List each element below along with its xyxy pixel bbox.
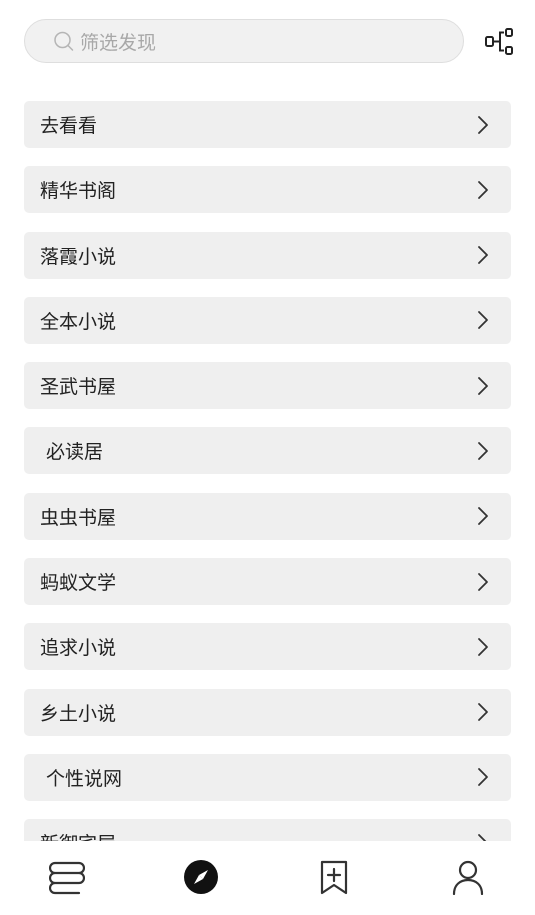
source-structure-button[interactable] [482, 25, 516, 59]
chevron-right-icon [478, 703, 488, 722]
list-item-label: 去看看 [40, 115, 98, 137]
chevron-right-icon [478, 180, 488, 199]
list-item[interactable]: 圣武书屋 [24, 362, 511, 410]
chevron-right-icon [478, 246, 488, 264]
search-input[interactable]: 筛选发现 [24, 19, 464, 63]
list-item-label: 虫虫书屋 [40, 506, 117, 529]
list-item-label: 追求小说 [40, 637, 117, 660]
list-item-label: 必读居 [40, 441, 104, 464]
user-icon [453, 860, 484, 895]
source-list: 去看看 精华书阁 落霞小说 全本小说 圣武书屋 必读居 虫虫书屋 蚂蚁文学 追求小说 乡土小说 … [24, 101, 511, 885]
chevron-right-icon [478, 376, 488, 395]
search-icon [54, 31, 74, 51]
list-item-label: 个性说网 [40, 767, 123, 790]
list-item[interactable]: 去看看 [24, 101, 511, 148]
nav-tab-profile[interactable] [401, 841, 535, 915]
list-item-label: 全本小说 [40, 310, 117, 333]
list-item[interactable]: 落霞小说 [24, 231, 511, 279]
compass-icon [183, 860, 218, 894]
tree-structure-icon [485, 28, 513, 55]
list-item[interactable]: 必读居 [24, 427, 511, 475]
bookmark-add-icon [321, 860, 348, 895]
chevron-right-icon [478, 572, 488, 591]
chevron-right-icon [478, 442, 488, 460]
list-item-label: 落霞小说 [40, 245, 117, 268]
list-item[interactable]: 追求小说 [24, 623, 511, 671]
list-item-label: 乡土小说 [40, 702, 117, 725]
chevron-right-icon [478, 768, 488, 787]
bookshelf-icon [48, 861, 85, 895]
list-item-label: 精华书阁 [40, 180, 117, 203]
nav-tab-discover[interactable] [134, 841, 268, 915]
nav-tab-bookshelf[interactable] [0, 841, 134, 915]
list-item[interactable]: 精华书阁 [24, 166, 511, 214]
list-item[interactable]: 乡土小说 [24, 688, 511, 736]
chevron-right-icon [478, 115, 488, 134]
bottom-nav [0, 841, 535, 915]
list-item-label: 圣武书屋 [40, 376, 117, 399]
list-item-label: 蚂蚁文学 [40, 572, 117, 595]
nav-tab-bookmark[interactable] [268, 841, 402, 915]
discover-screen: 筛选发现 去看看精华书阁落霞小说全本小说圣武书屋 必读居虫虫书屋蚂蚁文学追求小说… [0, 0, 535, 915]
search-placeholder: 筛选发现 [80, 31, 157, 54]
chevron-right-icon [478, 311, 488, 330]
chevron-right-icon [478, 507, 488, 526]
chevron-right-icon [478, 637, 488, 656]
list-item[interactable]: 全本小说 [24, 296, 511, 344]
list-item[interactable]: 虫虫书屋 [24, 492, 511, 540]
list-item[interactable]: 蚂蚁文学 [24, 558, 511, 606]
list-item[interactable]: 个性说网 [24, 753, 511, 801]
